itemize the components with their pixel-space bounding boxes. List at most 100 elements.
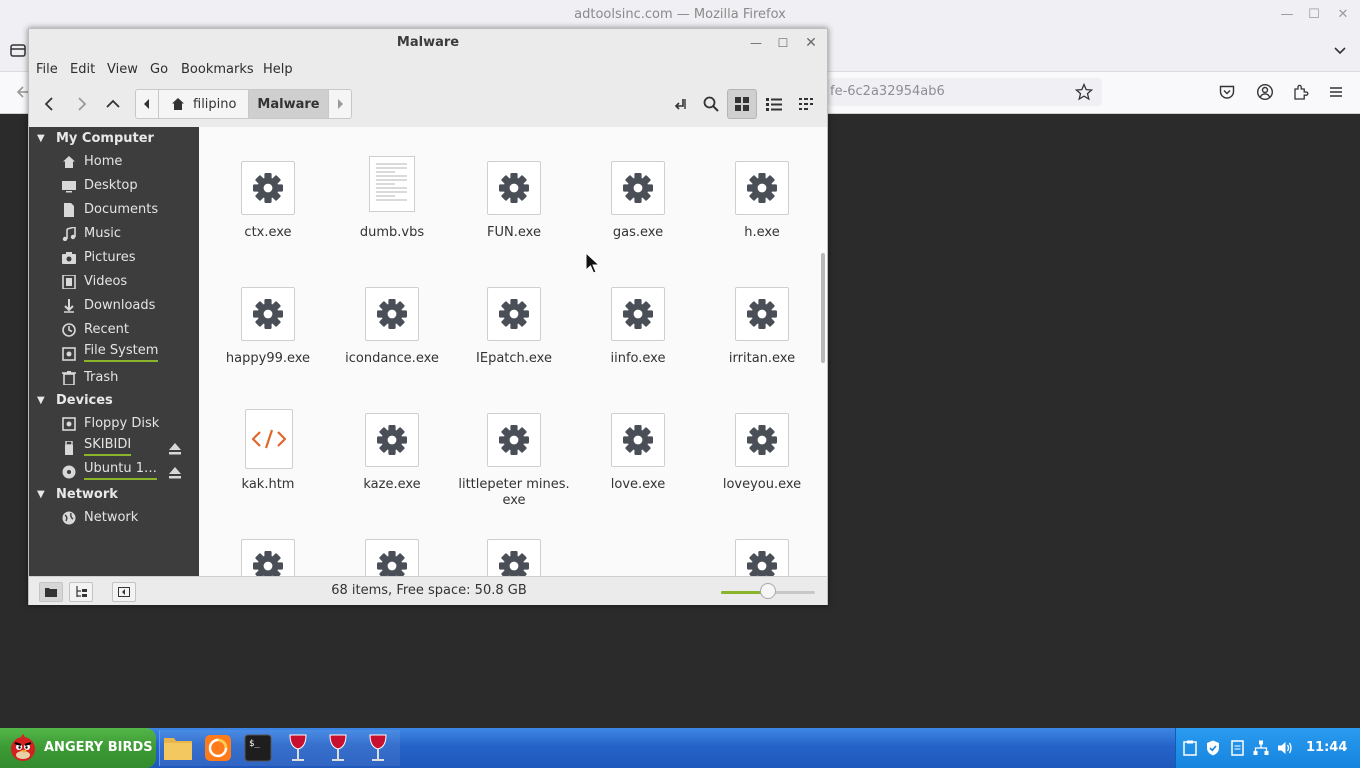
file-item[interactable]: h.exe <box>697 127 821 253</box>
path-home-button[interactable]: filipino <box>158 89 249 119</box>
folder-icon <box>164 738 192 760</box>
bookmark-star-icon[interactable] <box>1072 80 1096 104</box>
start-button[interactable]: ANGERY BIRDS <box>0 728 156 768</box>
menu-help[interactable]: Help <box>263 57 293 83</box>
menu-go[interactable]: Go <box>150 57 168 83</box>
file-item[interactable]: dumb.vbs <box>327 127 451 253</box>
show-treeview-button[interactable] <box>69 582 93 602</box>
vertical-scrollbar[interactable] <box>821 253 825 363</box>
back-button[interactable] <box>35 89 65 119</box>
taskbar-terminal[interactable]: $_ <box>242 732 274 764</box>
minimize-button[interactable]: — <box>743 29 769 57</box>
downloads-icon <box>62 299 76 313</box>
firefox-close-button[interactable]: ✕ <box>1330 0 1356 30</box>
sidebar-item-floppy-disk[interactable]: Floppy Disk <box>29 412 199 436</box>
taskbar-wine-1[interactable] <box>282 732 314 764</box>
tree-icon <box>76 586 87 597</box>
zoom-slider-handle[interactable] <box>760 583 776 599</box>
gear-icon <box>735 287 789 341</box>
sidebar-item-desktop[interactable]: Desktop <box>29 174 199 198</box>
sidebar-item-label: Desktop <box>84 178 138 193</box>
menu-file[interactable]: File <box>36 57 58 83</box>
sidebar-section-devices[interactable]: ▼ Devices <box>29 390 199 412</box>
list-all-tabs-icon[interactable] <box>1332 42 1348 58</box>
list-view-button[interactable] <box>759 89 789 119</box>
up-button[interactable] <box>98 89 128 119</box>
show-places-button[interactable] <box>39 582 63 602</box>
account-icon[interactable] <box>1253 80 1277 104</box>
toggle-location-button[interactable] <box>665 89 695 119</box>
icon-view-button[interactable] <box>727 89 757 119</box>
sidebar-item-network[interactable]: Network <box>29 506 199 530</box>
toggle-sidebar-button[interactable] <box>112 582 136 602</box>
menu-view[interactable]: View <box>107 57 138 83</box>
sidebar-section-my-computer[interactable]: ▼ My Computer <box>29 128 199 150</box>
file-item[interactable]: gas.exe <box>573 127 697 253</box>
file-item[interactable]: ctx.exe <box>203 127 327 253</box>
path-scroll-right-button[interactable] <box>328 89 352 119</box>
file-name: h.exe <box>744 225 780 240</box>
file-item[interactable]: loveyou.exe <box>697 379 821 505</box>
taskbar-wine-2[interactable] <box>322 732 354 764</box>
document-icon[interactable] <box>1229 740 1245 756</box>
sidebar-item-documents[interactable]: Documents <box>29 198 199 222</box>
extensions-icon[interactable] <box>1289 80 1313 104</box>
url-bar[interactable]: fe-6c2a32954ab6 <box>828 78 1102 106</box>
file-item[interactable]: irritan.exe <box>697 253 821 379</box>
sidebar-item-videos[interactable]: Videos <box>29 270 199 294</box>
home-icon <box>172 98 184 110</box>
file-item[interactable]: happy99.exe <box>203 253 327 379</box>
wine-glass-icon <box>289 734 307 761</box>
gear-icon <box>611 287 665 341</box>
sidebar-section-network[interactable]: ▼ Network <box>29 484 199 506</box>
pocket-icon[interactable] <box>1215 80 1239 104</box>
file-item[interactable]: IEpatch.exe <box>449 253 573 379</box>
status-text: 68 items, Free space: 50.8 GB <box>331 583 527 598</box>
maximize-button[interactable]: ☐ <box>770 29 796 57</box>
sidebar-item-label: Home <box>84 154 123 169</box>
app-menu-icon[interactable] <box>1324 80 1348 104</box>
volume-icon[interactable] <box>1277 740 1293 756</box>
file-item[interactable]: littlepeter mines. exe <box>449 379 573 508</box>
file-item[interactable]: icondance.exe <box>327 253 451 379</box>
sidebar-item-pictures[interactable]: Pictures <box>29 246 199 270</box>
search-button[interactable] <box>696 89 726 119</box>
eject-icon[interactable] <box>168 465 182 479</box>
file-item[interactable] <box>449 505 573 576</box>
network-status-icon[interactable] <box>1253 740 1269 756</box>
file-item[interactable] <box>327 505 451 576</box>
file-item[interactable]: kak.htm <box>203 379 327 505</box>
sidebar-item-music[interactable]: Music <box>29 222 199 246</box>
path-scroll-left-button[interactable] <box>135 89 159 119</box>
clipboard-icon[interactable] <box>1182 740 1198 756</box>
sidebar-item-home[interactable]: Home <box>29 150 199 174</box>
list-view-icon <box>766 98 782 111</box>
tab-overview-icon[interactable] <box>10 42 26 58</box>
taskbar-firefox[interactable] <box>202 732 234 764</box>
sidebar-item-recent[interactable]: Recent <box>29 318 199 342</box>
path-current-button[interactable]: Malware <box>248 89 329 119</box>
file-item[interactable]: kaze.exe <box>327 379 451 505</box>
taskbar-file-manager[interactable] <box>162 732 194 764</box>
shield-icon[interactable] <box>1205 740 1221 756</box>
taskbar-wine-3[interactable] <box>362 732 394 764</box>
file-item[interactable] <box>203 505 327 576</box>
disc-icon <box>62 465 76 479</box>
eject-icon[interactable] <box>168 441 182 455</box>
forward-button[interactable] <box>66 89 96 119</box>
firefox-maximize-button[interactable]: ☐ <box>1301 0 1327 30</box>
compact-view-button[interactable] <box>791 89 821 119</box>
firefox-minimize-button[interactable]: — <box>1274 0 1300 30</box>
sidebar-item-trash[interactable]: Trash <box>29 366 199 390</box>
sidebar-item-downloads[interactable]: Downloads <box>29 294 199 318</box>
sidebar-item-file-system[interactable]: File System <box>29 342 199 366</box>
sidebar-item-skibidi[interactable]: SKIBIDI <box>29 436 199 460</box>
file-item[interactable]: love.exe <box>573 379 697 505</box>
file-item[interactable]: FUN.exe <box>449 127 573 253</box>
file-item[interactable] <box>697 505 821 576</box>
menu-bookmarks[interactable]: Bookmarks <box>181 57 254 83</box>
sidebar-item-ubuntu[interactable]: Ubuntu 1… <box>29 460 199 484</box>
angry-bird-icon <box>8 734 38 762</box>
menu-edit[interactable]: Edit <box>70 57 95 83</box>
close-button[interactable]: ✕ <box>798 29 824 57</box>
